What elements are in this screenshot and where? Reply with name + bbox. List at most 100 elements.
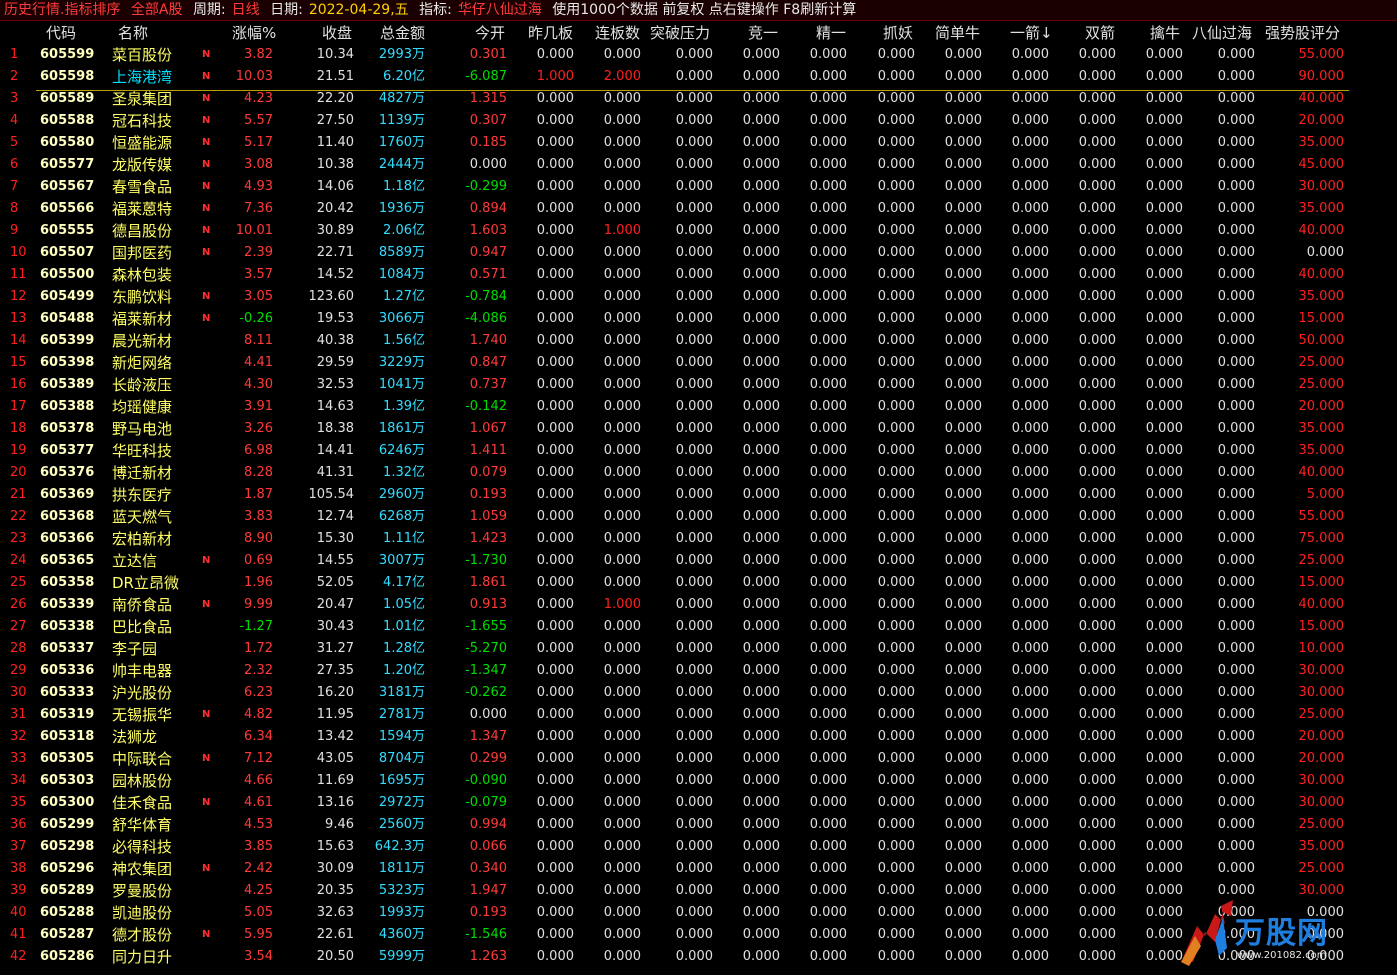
- date-value[interactable]: 2022-04-29,五: [309, 2, 409, 18]
- col-header-open[interactable]: 今开: [475, 22, 505, 44]
- col-header-code[interactable]: 代码: [46, 22, 76, 44]
- cell-score: 25.000: [1298, 817, 1345, 832]
- cell-i11: 0.000: [1217, 707, 1255, 722]
- table-row[interactable]: 17 605388 均瑶健康 3.91 14.63 1.39亿 -0.142 0.000 0.0…: [0, 396, 1397, 418]
- watermark: 万股网 www.201082.com: [1175, 896, 1375, 970]
- cell-i5: 0.000: [809, 773, 847, 788]
- cell-i6: 0.000: [877, 245, 915, 260]
- cell-code: 605369: [40, 487, 95, 502]
- cell-i5: 0.000: [809, 905, 847, 920]
- cell-i8: 0.000: [1011, 751, 1049, 766]
- col-header-jing1b[interactable]: 精一: [816, 22, 846, 44]
- table-row[interactable]: 29 605336 帅丰电器 2.32 27.35 1.20亿 -1.347 0.000 0.0…: [0, 660, 1397, 682]
- table-row[interactable]: 13 605488 福莱新材 N -0.26 19.53 3066万 -4.086 0.000 0…: [0, 308, 1397, 330]
- table-row[interactable]: 6 605577 龙版传媒 N 3.08 10.38 2444万 0.000 0.000 0.00…: [0, 154, 1397, 176]
- cell-i2: 0.000: [603, 421, 641, 436]
- table-row[interactable]: 3 605589 圣泉集团 N 4.23 22.20 4827万 1.315 0.000 0.00…: [0, 88, 1397, 110]
- col-header-zhuayao[interactable]: 抓妖: [883, 22, 913, 44]
- col-header-amount[interactable]: 总金额: [380, 22, 425, 44]
- table-row[interactable]: 36 605299 舒华体育 4.53 9.46 2560万 0.994 0.000 0.000…: [0, 814, 1397, 836]
- cell-idx: 35: [10, 795, 27, 810]
- table-row[interactable]: 28 605337 李子园 1.72 31.27 1.28亿 -5.270 0.000 0.00…: [0, 638, 1397, 660]
- cell-i2: 0.000: [603, 179, 641, 194]
- cell-open: 0.301: [469, 47, 507, 62]
- col-header-close[interactable]: 收盘: [322, 22, 352, 44]
- cell-idx: 9: [10, 223, 19, 238]
- table-row[interactable]: 5 605580 恒盛能源 N 5.17 11.40 1760万 0.185 0.000 0.00…: [0, 132, 1397, 154]
- indicator-value[interactable]: 华仔八仙过海: [458, 2, 542, 18]
- table-row[interactable]: 26 605339 南侨食品 N 9.99 20.47 1.05亿 0.913 0.000 1.0…: [0, 594, 1397, 616]
- cell-code: 605555: [40, 223, 95, 238]
- cell-i1: 0.000: [536, 751, 574, 766]
- table-row[interactable]: 2 605598 上海港湾 N 10.03 21.51 6.20亿 -6.087 1.000 2.…: [0, 66, 1397, 88]
- cell-chg: 2.39: [244, 245, 273, 260]
- cell-i7: 0.000: [944, 861, 982, 876]
- table-row[interactable]: 21 605369 拱东医疗 1.87 105.54 2960万 0.193 0.000 0.0…: [0, 484, 1397, 506]
- table-row[interactable]: 1 605599 菜百股份 N 3.82 10.34 2993万 0.301 0.000 0.00…: [0, 44, 1397, 66]
- table-row[interactable]: 32 605318 法狮龙 6.34 13.42 1594万 1.347 0.000 0.000…: [0, 726, 1397, 748]
- table-row[interactable]: 4 605588 冠石科技 N 5.57 27.50 1139万 0.307 0.000 0.00…: [0, 110, 1397, 132]
- col-header-jing1[interactable]: 竞一: [748, 22, 778, 44]
- table-row[interactable]: 18 605378 野马电池 3.26 18.38 1861万 1.067 0.000 0.00…: [0, 418, 1397, 440]
- table-row[interactable]: 25 605358 DR立昂微 1.96 52.05 4.17亿 1.861 0.000 0.0…: [0, 572, 1397, 594]
- cell-i1: 0.000: [536, 795, 574, 810]
- table-row[interactable]: 11 605500 森林包装 3.57 14.52 1084万 0.571 0.000 0.00…: [0, 264, 1397, 286]
- table-row[interactable]: 9 605555 德昌股份 N 10.01 30.89 2.06亿 1.603 0.000 1.0…: [0, 220, 1397, 242]
- table-row[interactable]: 24 605365 立达信 N 0.69 14.55 3007万 -1.730 0.000 0.0…: [0, 550, 1397, 572]
- col-header-qinniu[interactable]: 擒牛: [1150, 22, 1180, 44]
- table-row[interactable]: 8 605566 福莱蒽特 N 7.36 20.42 1936万 0.894 0.000 0.00…: [0, 198, 1397, 220]
- col-header-strength-score[interactable]: 强势股评分: [1265, 22, 1340, 44]
- table-row[interactable]: 16 605389 长龄液压 4.30 32.53 1041万 0.737 0.000 0.00…: [0, 374, 1397, 396]
- table-row[interactable]: 35 605300 佳禾食品 N 4.61 13.16 2972万 -0.079 0.000 0.…: [0, 792, 1397, 814]
- cell-idx: 4: [10, 113, 19, 128]
- cell-open: 0.947: [469, 245, 507, 260]
- table-row[interactable]: 14 605399 晨光新材 8.11 40.38 1.56亿 1.740 0.000 0.00…: [0, 330, 1397, 352]
- cell-code: 605599: [40, 47, 95, 62]
- col-header-breakout[interactable]: 突破压力: [650, 22, 710, 44]
- table-row[interactable]: 10 605507 国邦医药 N 2.39 22.71 8589万 0.947 0.000 0.0…: [0, 242, 1397, 264]
- table-row[interactable]: 34 605303 园林股份 4.66 11.69 1695万 -0.090 0.000 0.0…: [0, 770, 1397, 792]
- cell-i11: 0.000: [1217, 377, 1255, 392]
- table-row[interactable]: 20 605376 博迁新材 8.28 41.31 1.32亿 0.079 0.000 0.00…: [0, 462, 1397, 484]
- col-header-baxian[interactable]: 八仙过海: [1192, 22, 1252, 44]
- market-scope[interactable]: 全部A股: [131, 2, 183, 18]
- table-row[interactable]: 12 605499 东鹏饮料 N 3.05 123.60 1.27亿 -0.784 0.000 0…: [0, 286, 1397, 308]
- col-header-shuangjian[interactable]: 双箭: [1085, 22, 1115, 44]
- table-row[interactable]: 27 605338 巴比食品 -1.27 30.43 1.01亿 -1.655 0.000 0.…: [0, 616, 1397, 638]
- cell-score: 35.000: [1298, 443, 1345, 458]
- cell-amt: 1936万: [378, 201, 425, 216]
- cell-i5: 0.000: [809, 795, 847, 810]
- col-header-change[interactable]: 涨幅%: [232, 22, 276, 44]
- table-row[interactable]: 31 605319 无锡振华 N 4.82 11.95 2781万 0.000 0.000 0.0…: [0, 704, 1397, 726]
- table-row[interactable]: 19 605377 华旺科技 6.98 14.41 6246万 1.411 0.000 0.00…: [0, 440, 1397, 462]
- cell-amt: 3181万: [378, 685, 425, 700]
- cell-idx: 16: [10, 377, 27, 392]
- cell-i8: 0.000: [1011, 707, 1049, 722]
- table-row[interactable]: 7 605567 春雪食品 N 4.93 14.06 1.18亿 -0.299 0.000 0.0…: [0, 176, 1397, 198]
- table-row[interactable]: 15 605398 新炬网络 4.41 29.59 3229万 0.847 0.000 0.00…: [0, 352, 1397, 374]
- table-row[interactable]: 38 605296 神农集团 N 2.42 30.09 1811万 0.340 0.000 0.0…: [0, 858, 1397, 880]
- table-row[interactable]: 37 605298 必得科技 3.85 15.63 642.3万 0.066 0.000 0.0…: [0, 836, 1397, 858]
- table-row[interactable]: 33 605305 中际联合 N 7.12 43.05 8704万 0.299 0.000 0.0…: [0, 748, 1397, 770]
- col-header-prev-boards[interactable]: 昨几板: [528, 22, 573, 44]
- cell-chg: 6.34: [244, 729, 273, 744]
- cell-close: 12.74: [316, 509, 354, 524]
- cell-open: 0.994: [469, 817, 507, 832]
- table-row[interactable]: 22 605368 蓝天燃气 3.83 12.74 6268万 1.059 0.000 0.00…: [0, 506, 1397, 528]
- col-header-name[interactable]: 名称: [118, 22, 148, 44]
- cell-idx: 23: [10, 531, 27, 546]
- cell-flag: N: [202, 599, 211, 610]
- cell-i9: 0.000: [1078, 113, 1116, 128]
- cell-i5: 0.000: [809, 399, 847, 414]
- cell-i11: 0.000: [1217, 245, 1255, 260]
- cell-i4: 0.000: [742, 223, 780, 238]
- cell-open: 1.423: [469, 531, 507, 546]
- cell-amt: 5323万: [378, 883, 425, 898]
- col-header-consec-boards[interactable]: 连板数: [595, 22, 640, 44]
- table-row[interactable]: 23 605366 宏柏新材 8.90 15.30 1.11亿 1.423 0.000 0.00…: [0, 528, 1397, 550]
- col-header-yijian[interactable]: 一箭: [1010, 22, 1040, 44]
- period-value[interactable]: 日线: [232, 2, 260, 18]
- table-row[interactable]: 30 605333 沪光股份 6.23 16.20 3181万 -0.262 0.000 0.0…: [0, 682, 1397, 704]
- cell-chg: 3.05: [244, 289, 273, 304]
- col-header-jiandanniu[interactable]: 简单牛: [935, 22, 980, 44]
